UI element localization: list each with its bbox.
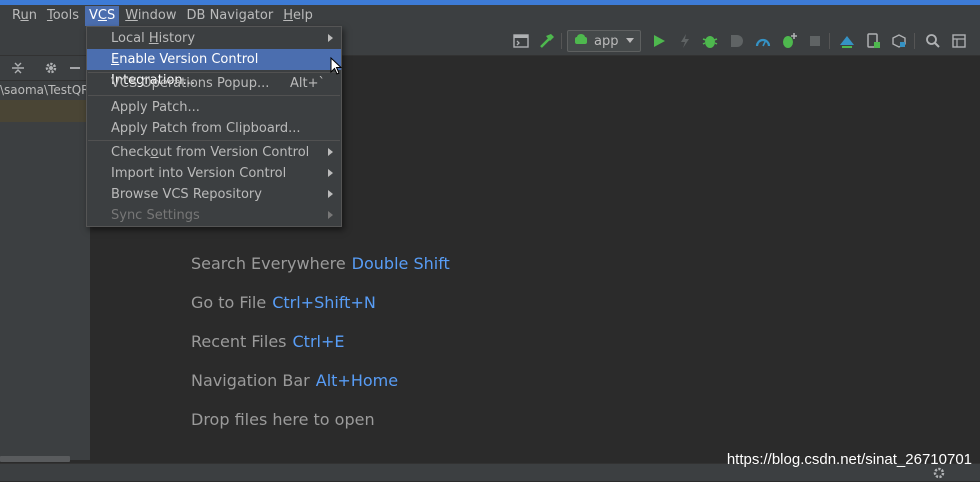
android-app-icon	[574, 33, 588, 49]
hint-label: Recent Files	[191, 332, 287, 351]
hint-label: Search Everywhere	[191, 254, 346, 273]
hint-drop-files: Drop files here to open	[191, 410, 375, 429]
horizontal-scrollbar[interactable]	[0, 456, 70, 462]
menu-help[interactable]: Help	[279, 6, 317, 26]
menu-item-local-history[interactable]: Local History	[87, 28, 341, 49]
search-icon[interactable]	[924, 32, 942, 50]
coverage-icon[interactable]	[727, 32, 745, 50]
run-configuration-label: app	[594, 33, 619, 49]
submenu-arrow-icon	[328, 34, 333, 42]
stop-icon[interactable]	[806, 32, 824, 50]
hint-navigation-bar: Navigation Bar Alt+Home	[191, 371, 398, 390]
menu-tools[interactable]: Tools	[43, 6, 83, 26]
sync-gradle-icon[interactable]	[838, 32, 856, 50]
menu-item-apply-patch[interactable]: Apply Patch...	[87, 97, 341, 118]
avd-manager-device-icon[interactable]	[864, 32, 882, 50]
gear-icon[interactable]	[42, 59, 60, 77]
attach-debugger-icon[interactable]	[780, 32, 798, 50]
project-tree-selected-row[interactable]	[0, 100, 88, 122]
layout-editor-icon[interactable]	[950, 32, 968, 50]
minimize-panel-icon[interactable]	[66, 59, 84, 77]
toolbar-separator	[829, 33, 830, 49]
submenu-arrow-icon	[328, 211, 333, 219]
chevron-down-icon	[626, 38, 634, 43]
apply-changes-lightning-icon[interactable]	[676, 32, 694, 50]
hint-label: Go to File	[191, 293, 267, 312]
submenu-arrow-icon	[328, 169, 333, 177]
mouse-cursor-icon	[330, 56, 343, 79]
submenu-arrow-icon	[328, 148, 333, 156]
menu-vcs[interactable]: VCS	[84, 6, 120, 26]
shortcut-label: Alt+`	[290, 76, 325, 91]
sdk-manager-icon[interactable]	[890, 32, 908, 50]
hint-recent-files: Recent Files Ctrl+E	[191, 332, 344, 351]
project-root-path[interactable]: \saoma\TestQR	[0, 83, 90, 97]
hint-shortcut: Ctrl+Shift+N	[272, 293, 376, 312]
menu-window[interactable]: Window	[121, 6, 180, 26]
menu-run[interactable]: Run	[8, 6, 41, 26]
run-icon[interactable]	[650, 32, 668, 50]
hint-search-everywhere: Search Everywhere Double Shift	[191, 254, 450, 273]
project-panel-header	[0, 56, 90, 81]
hint-shortcut: Ctrl+E	[292, 332, 345, 351]
collapse-all-icon[interactable]	[9, 59, 27, 77]
debug-bug-icon[interactable]	[701, 32, 719, 50]
project-tool-window: \saoma\TestQR	[0, 56, 91, 462]
run-configuration-selector[interactable]: app	[567, 30, 641, 52]
menu-item-import-into-vcs[interactable]: Import into Version Control	[87, 163, 341, 184]
menu-separator	[88, 140, 340, 141]
menu-db-navigator[interactable]: DB Navigator	[183, 6, 278, 26]
menu-item-apply-patch-clipboard[interactable]: Apply Patch from Clipboard...	[87, 118, 341, 139]
menu-separator	[88, 95, 340, 96]
hint-label: Navigation Bar	[191, 371, 310, 390]
build-hammer-icon[interactable]	[538, 32, 556, 50]
watermark-url: https://blog.csdn.net/sinat_26710701	[726, 451, 972, 468]
menu-bar: Run Tools VCS Window DB Navigator Help	[0, 5, 980, 27]
hint-shortcut: Alt+Home	[315, 371, 399, 390]
menu-item-enable-vcs-integration[interactable]: Enable Version Control Integration...	[87, 49, 341, 88]
terminal-icon[interactable]	[512, 32, 530, 50]
menu-item-vcs-operations-popup[interactable]: VCS Operations Popup... Alt+`	[87, 73, 341, 94]
menu-item-checkout-from-vcs[interactable]: Checkout from Version Control	[87, 142, 341, 163]
hint-shortcut: Double Shift	[351, 254, 450, 273]
menu-item-browse-vcs-repository[interactable]: Browse VCS Repository	[87, 184, 341, 205]
menu-item-sync-settings: Sync Settings	[87, 205, 341, 226]
vcs-dropdown-menu: Local History Enable Version Control Int…	[86, 26, 342, 227]
toolbar-separator	[561, 33, 562, 49]
profiler-icon[interactable]	[754, 32, 772, 50]
toolbar-separator	[914, 33, 915, 49]
hint-label: Drop files here to open	[191, 410, 375, 429]
hint-go-to-file: Go to File Ctrl+Shift+N	[191, 293, 376, 312]
submenu-arrow-icon	[328, 190, 333, 198]
